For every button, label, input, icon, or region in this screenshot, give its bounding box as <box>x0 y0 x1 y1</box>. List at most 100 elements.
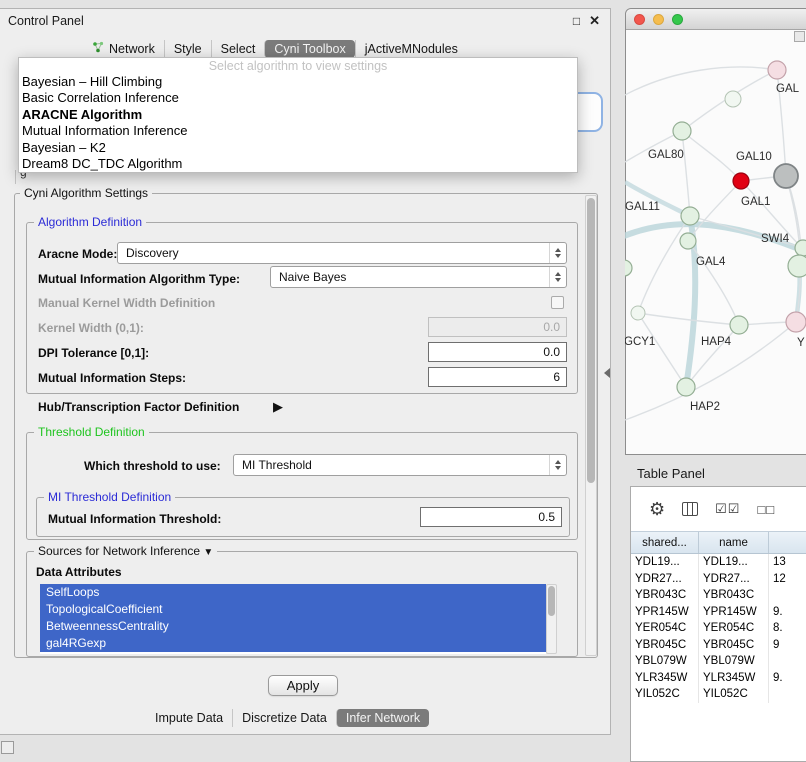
data-attributes-list: SelfLoopsTopologicalCoefficientBetweenne… <box>40 584 546 654</box>
columns-icon[interactable] <box>682 502 698 516</box>
control-panel-titlebar: Control Panel □ ✕ <box>0 9 610 33</box>
node-gal4[interactable] <box>680 233 696 249</box>
panel-grid-icon[interactable] <box>1 741 14 754</box>
gear-icon[interactable]: ⚙ <box>649 500 665 518</box>
table-row[interactable]: YDL19... YDL19... 13 <box>631 554 806 571</box>
table-row[interactable]: YLR345W YLR345W 9. <box>631 670 806 687</box>
node-swi4[interactable] <box>795 240 806 256</box>
tab-style[interactable]: Style <box>164 40 211 58</box>
attributes-scrollbar-thumb[interactable] <box>548 586 555 616</box>
float-icon[interactable]: □ <box>573 15 580 27</box>
node-hap2[interactable] <box>677 378 695 396</box>
column-header-shared[interactable]: shared... <box>631 532 699 553</box>
algorithm-option[interactable]: ARACNE Algorithm <box>19 107 577 123</box>
column-header-cut[interactable] <box>769 532 806 553</box>
table-row[interactable]: YIL052C YIL052C <box>631 686 806 703</box>
tab-impute-data[interactable]: Impute Data <box>146 709 232 727</box>
table-row[interactable]: YBR045C YBR045C 9 <box>631 637 806 654</box>
network-window-titlebar <box>626 9 806 30</box>
dpi-tolerance-label: DPI Tolerance [0,1]: <box>38 346 149 360</box>
collapse-icon[interactable]: ▼ <box>203 547 213 558</box>
network-edge <box>682 131 690 216</box>
mi-steps-field[interactable]: 6 <box>428 367 567 387</box>
table-panel-title: Table Panel <box>637 466 705 481</box>
table-toolbar: ⚙ ☑☑ □□ <box>631 487 806 531</box>
algorithm-option[interactable]: Bayesian – K2 <box>19 140 577 156</box>
node-unlabeled[interactable] <box>788 255 806 277</box>
table-row[interactable]: YER054C YER054C 8. <box>631 620 806 637</box>
hub-expand-icon[interactable]: ▶ <box>273 399 283 415</box>
algorithm-option[interactable]: Mutual Information Inference <box>19 123 577 139</box>
tab-infer-network[interactable]: Infer Network <box>336 709 429 727</box>
table-body: YDL19... YDL19... 13 YDR27... YDR27... 1… <box>631 554 806 703</box>
data-attribute-item[interactable]: TopologicalCoefficient <box>40 601 546 618</box>
hub-definition-label[interactable]: Hub/Transcription Factor Definition <box>38 400 239 414</box>
manual-kernel-label: Manual Kernel Width Definition <box>38 296 215 310</box>
data-attributes-label: Data Attributes <box>36 565 122 579</box>
aracne-mode-select[interactable]: Discovery <box>117 242 567 264</box>
kernel-width-label: Kernel Width (0,1): <box>38 321 144 335</box>
data-attribute-item[interactable]: BetweennessCentrality <box>40 618 546 635</box>
table-header: shared... name <box>631 531 806 554</box>
algorithm-definition-title: Algorithm Definition <box>34 215 146 229</box>
algorithm-option[interactable]: Dream8 DC_TDC Algorithm <box>19 156 577 172</box>
tab-cyni-toolbox[interactable]: Cyni Toolbox <box>264 40 354 58</box>
node-label: GAL4 <box>696 256 726 268</box>
table-row[interactable]: YBR043C YBR043C <box>631 587 806 604</box>
data-attribute-item[interactable]: SelfLoops <box>40 584 546 601</box>
mi-threshold-label: Mutual Information Threshold: <box>48 512 221 526</box>
node-gal11[interactable] <box>681 207 699 225</box>
column-header-name[interactable]: name <box>699 532 769 553</box>
tab-network[interactable]: Network <box>84 39 164 58</box>
close-icon[interactable]: ✕ <box>589 15 600 27</box>
node-label: GAL11 <box>625 201 660 213</box>
combo-stepper-icon <box>549 455 565 475</box>
node-edge-left[interactable] <box>625 260 632 276</box>
node-gcy1[interactable] <box>631 306 645 320</box>
control-panel-tabs: Network Style Select Cyni Toolbox jActiv… <box>84 38 467 59</box>
node-gal[interactable] <box>768 61 786 79</box>
table-row[interactable]: YDR27... YDR27... 12 <box>631 571 806 588</box>
splitter-collapse-icon[interactable] <box>604 368 610 378</box>
dpi-tolerance-field[interactable]: 0.0 <box>428 342 567 362</box>
node-hap4[interactable] <box>730 316 748 334</box>
minimize-traffic-icon[interactable] <box>653 14 664 25</box>
node-gal10[interactable] <box>774 164 798 188</box>
cyni-settings-group-title: Cyni Algorithm Settings <box>20 186 152 200</box>
tab-select[interactable]: Select <box>211 40 265 58</box>
algorithm-dropdown-popup: Select algorithm to view settings Bayesi… <box>18 57 578 173</box>
network-edge <box>625 67 777 95</box>
node-unlabeled[interactable] <box>725 91 741 107</box>
data-attribute-item[interactable]: gal4RGexp <box>40 635 546 652</box>
mi-threshold-field[interactable]: 0.5 <box>420 507 562 527</box>
which-threshold-select[interactable]: MI Threshold <box>233 454 567 476</box>
combo-stepper-icon <box>549 243 565 263</box>
mi-type-select[interactable]: Naive Bayes <box>270 266 567 288</box>
node-y[interactable] <box>786 312 806 332</box>
node-label: SWI4 <box>761 233 790 245</box>
close-traffic-icon[interactable] <box>634 14 645 25</box>
tab-jactivemnodules[interactable]: jActiveMNodules <box>355 40 467 58</box>
table-row[interactable]: YBL079W YBL079W <box>631 653 806 670</box>
select-all-checks-icon[interactable]: ☑☑ <box>715 501 740 517</box>
aracne-mode-label: Aracne Mode: <box>38 247 117 261</box>
algorithm-option[interactable]: Bayesian – Hill Climbing <box>19 74 577 90</box>
network-canvas[interactable]: GAL GAL80 GAL10 GAL1 GAL11 GAL4 SWI4 GCY… <box>625 28 806 454</box>
sources-group-title[interactable]: Sources for Network Inference ▼ <box>34 544 217 560</box>
kernel-width-field: 0.0 <box>428 317 567 337</box>
node-gal80[interactable] <box>673 122 691 140</box>
clear-all-checks-icon[interactable]: □□ <box>757 502 775 517</box>
which-threshold-label: Which threshold to use: <box>84 459 221 473</box>
network-edge <box>638 313 739 325</box>
node-gal1[interactable] <box>733 173 749 189</box>
node-label: HAP4 <box>701 336 732 348</box>
node-label: GAL <box>776 83 800 95</box>
table-row[interactable]: YPR145W YPR145W 9. <box>631 604 806 621</box>
settings-scrollbar-thumb[interactable] <box>587 198 595 483</box>
apply-button[interactable]: Apply <box>268 675 338 696</box>
tab-discretize-data[interactable]: Discretize Data <box>232 709 336 727</box>
algorithm-option[interactable]: Basic Correlation Inference <box>19 90 577 106</box>
node-label: GAL80 <box>648 149 684 161</box>
node-label: GAL1 <box>741 196 770 208</box>
zoom-traffic-icon[interactable] <box>672 14 683 25</box>
